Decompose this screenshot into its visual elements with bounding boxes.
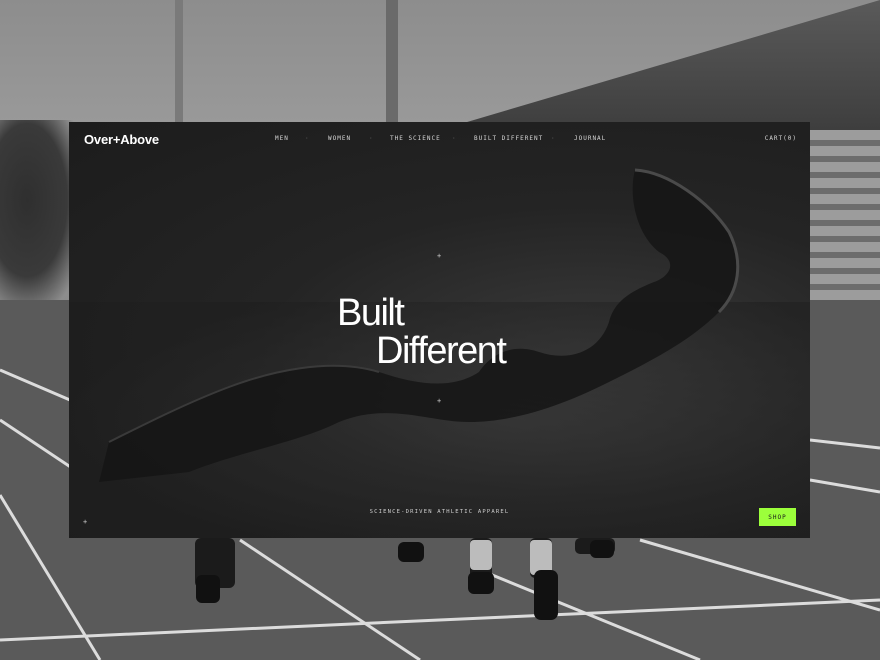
plus-marker: + xyxy=(437,252,442,260)
website-window: Over+Above MEN · WOMEN · THE SCIENCE · B… xyxy=(69,122,810,538)
plus-marker: + xyxy=(437,397,442,405)
cart-link[interactable]: CART(0) xyxy=(765,135,797,142)
shop-button[interactable]: SHOP xyxy=(759,508,796,526)
nav-separator: · xyxy=(369,135,373,142)
nav-separator: · xyxy=(551,135,555,142)
brand-logo[interactable]: Over+Above xyxy=(84,132,159,147)
nav-item-built-different[interactable]: BUILT DIFFERENT xyxy=(474,135,543,142)
hero-tagline: SCIENCE-DRIVEN ATHLETIC APPAREL xyxy=(369,509,510,515)
nav-separator: · xyxy=(305,135,309,142)
nav-item-women[interactable]: WOMEN xyxy=(328,135,351,142)
nav-item-men[interactable]: MEN xyxy=(275,135,289,142)
plus-marker: + xyxy=(83,518,88,526)
nav-item-journal[interactable]: JOURNAL xyxy=(574,135,606,142)
hero-title-line1: Built xyxy=(337,292,405,334)
nav-separator: · xyxy=(452,135,456,142)
nav-item-the-science[interactable]: THE SCIENCE xyxy=(390,135,441,142)
hero-title-line2: Different xyxy=(376,330,507,372)
top-nav: Over+Above MEN · WOMEN · THE SCIENCE · B… xyxy=(69,122,810,158)
